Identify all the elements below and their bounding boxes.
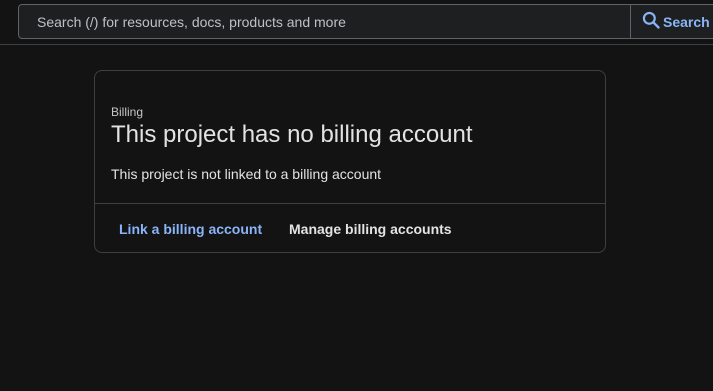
card-title: This project has no billing account [111, 121, 473, 148]
card-body-text: This project is not linked to a billing … [111, 166, 382, 182]
card-divider [95, 203, 605, 204]
search-input[interactable] [19, 4, 630, 39]
search-icon [641, 10, 663, 33]
top-bar: Search [0, 0, 713, 45]
link-billing-account-button[interactable]: Link a billing account [119, 221, 262, 237]
manage-billing-accounts-button[interactable]: Manage billing accounts [289, 221, 452, 237]
search-button-label: Search [663, 13, 710, 30]
search-button[interactable]: Search [630, 5, 713, 38]
billing-card: Billing This project has no billing acco… [94, 70, 606, 253]
card-overline: Billing [111, 105, 144, 119]
search-box: Search [18, 4, 713, 39]
